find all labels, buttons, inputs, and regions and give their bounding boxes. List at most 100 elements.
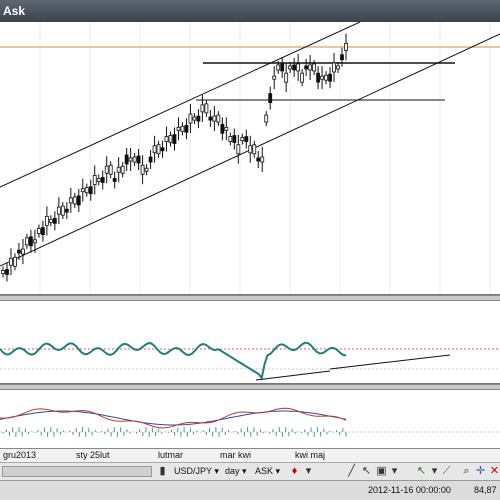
oscillator-chart[interactable] xyxy=(0,301,500,383)
candle-body xyxy=(244,136,249,142)
candle-body xyxy=(100,177,105,183)
crosshair-icon[interactable]: ✛ xyxy=(474,465,487,478)
candle-type-icon[interactable]: ♦ xyxy=(288,465,301,478)
axis-label: sty 25lut xyxy=(76,450,110,460)
candle-body xyxy=(72,196,77,205)
candle-body xyxy=(204,103,209,114)
horizontal-scrollbar[interactable] xyxy=(2,466,152,477)
macd-chart[interactable] xyxy=(0,390,500,448)
candle-body xyxy=(344,43,348,51)
candle-body xyxy=(180,125,185,132)
time-axis: gru2013 sty 25lut lutmar mar kwi kwi maj xyxy=(0,448,500,462)
candle-body xyxy=(188,113,193,124)
divergence-line xyxy=(255,370,331,381)
candle-body xyxy=(21,248,25,255)
candle-body xyxy=(140,164,145,175)
candle-body xyxy=(9,257,13,266)
candle-body xyxy=(236,144,241,155)
candle-body xyxy=(148,156,153,163)
candle-body xyxy=(324,74,328,81)
candle-body xyxy=(136,155,141,164)
candle-body xyxy=(88,186,93,195)
pointer-icon[interactable]: ↖ xyxy=(415,465,428,478)
candle-body xyxy=(252,144,257,155)
candle-body xyxy=(184,124,189,133)
dropdown-icon[interactable]: ▾ xyxy=(388,465,401,478)
candle-body xyxy=(304,65,309,70)
period-selector[interactable]: day ▾ xyxy=(225,465,247,478)
axis-label: mar kwi xyxy=(220,450,251,460)
close-icon[interactable]: ✕ xyxy=(488,465,500,478)
candle-body xyxy=(272,75,277,80)
candle-body xyxy=(280,63,285,72)
candle-body xyxy=(160,147,165,152)
zoom-icon[interactable]: ⌕ xyxy=(460,465,473,478)
side-selector[interactable]: ASK ▾ xyxy=(255,465,280,478)
settings-icon[interactable]: ▾ xyxy=(302,465,315,478)
draw-line-icon[interactable]: ╱ xyxy=(345,465,358,478)
candle-body xyxy=(340,54,344,61)
candle-body xyxy=(52,217,57,224)
cursor-icon[interactable]: ↖ xyxy=(360,465,373,478)
price-chart[interactable] xyxy=(0,22,500,294)
candle-body xyxy=(152,145,157,154)
candle-body xyxy=(216,114,221,123)
candle-body xyxy=(68,197,73,204)
candle-body xyxy=(64,208,69,213)
candle-body xyxy=(256,157,261,162)
candle-body xyxy=(84,187,89,194)
fit-icon[interactable]: ▣ xyxy=(375,465,388,478)
oscillator-line xyxy=(0,341,347,381)
candle-body xyxy=(300,72,305,83)
candle-body xyxy=(276,64,281,71)
candle-body xyxy=(44,215,49,226)
candle-body xyxy=(164,136,169,142)
oscillator-pane[interactable] xyxy=(0,301,500,384)
candle-body xyxy=(316,72,320,83)
window-title: Ask xyxy=(0,0,500,22)
axis-label: kwi maj xyxy=(295,450,326,460)
candle-body xyxy=(29,236,33,247)
candle-body xyxy=(220,123,225,134)
candle-body xyxy=(296,63,301,72)
candle-body xyxy=(268,93,273,104)
status-bar: 2012-11-16 00:00:00 84,87 xyxy=(0,480,500,500)
candle-body xyxy=(332,62,336,73)
symbol-selector[interactable]: USD/JPY ▾ xyxy=(174,465,219,478)
candle-body xyxy=(76,195,81,206)
candle-body xyxy=(104,165,109,174)
candle-body xyxy=(200,104,205,113)
candle-body xyxy=(5,269,9,275)
candle-body xyxy=(248,145,253,154)
candle-body xyxy=(128,157,133,162)
candle-body xyxy=(36,228,41,234)
candle-body xyxy=(212,115,217,122)
candle-body xyxy=(172,134,177,144)
candle-body xyxy=(1,270,5,274)
candle-body xyxy=(96,178,101,182)
candle-body xyxy=(132,156,137,163)
candle-body xyxy=(80,188,85,193)
candle-body xyxy=(224,126,229,131)
candle-body xyxy=(208,116,213,121)
candle-body xyxy=(156,144,161,155)
bar-chart-icon[interactable]: ▮ xyxy=(156,465,169,478)
candle-body xyxy=(308,64,313,71)
candle-body xyxy=(17,249,21,254)
candle-body xyxy=(336,65,340,70)
status-datetime: 2012-11-16 00:00:00 xyxy=(368,485,451,495)
trend-icon[interactable]: ⟋ xyxy=(440,465,453,478)
candle-body xyxy=(25,237,29,246)
candle-body xyxy=(196,115,201,122)
candle-body xyxy=(112,178,117,182)
window-title-text: Ask xyxy=(3,4,26,18)
candle-body xyxy=(60,205,65,216)
candle-body xyxy=(124,154,129,165)
candle-body xyxy=(116,166,121,173)
macd-pane[interactable] xyxy=(0,390,500,449)
candle-body xyxy=(48,218,53,223)
candle-body xyxy=(192,116,197,121)
candle-body xyxy=(92,175,97,185)
price-chart-pane[interactable] xyxy=(0,22,500,295)
candle-body xyxy=(320,75,324,80)
